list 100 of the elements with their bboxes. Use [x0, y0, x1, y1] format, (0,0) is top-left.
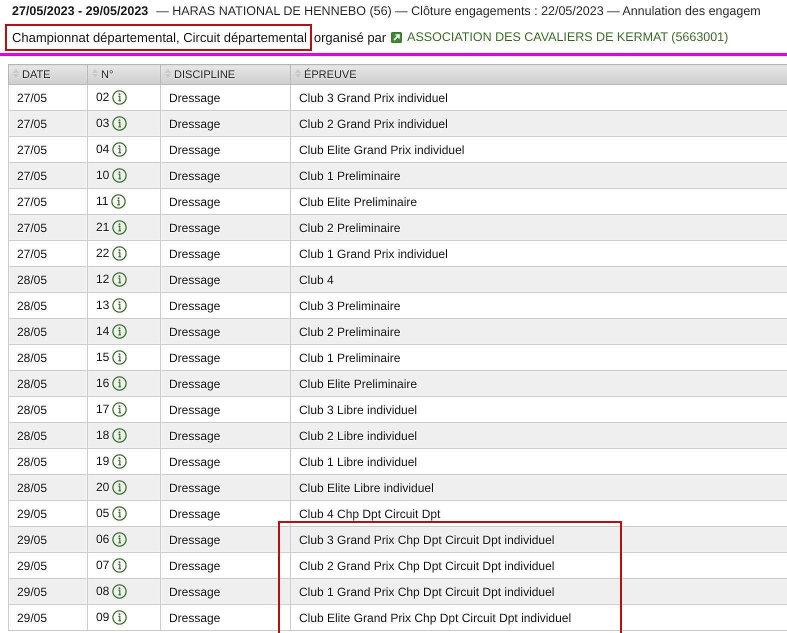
table-cell: 28/05: [8, 396, 88, 422]
info-icon[interactable]: [112, 324, 128, 340]
table-cell: Club 2 Libre individuel: [299, 428, 418, 442]
table-cell: 10: [96, 168, 110, 182]
table-cell: 22: [96, 246, 110, 260]
info-icon[interactable]: [112, 350, 128, 366]
info-icon[interactable]: [112, 272, 128, 288]
table-cell: 27/05: [8, 162, 88, 188]
table-cell: Club 4 Chp Dpt Circuit Dpt: [299, 506, 440, 520]
table-cell: Dressage: [160, 552, 290, 578]
table-cell: 04: [96, 142, 110, 156]
table-cell: Dressage: [160, 500, 290, 526]
table-cell: 28/05: [8, 344, 88, 370]
info-icon[interactable]: [112, 532, 128, 548]
event-dates: 27/05/2023 - 29/05/2023: [12, 4, 148, 18]
table-cell: 12: [96, 272, 110, 286]
table-cell: Club Elite Grand Prix individuel: [299, 142, 464, 156]
table-cell: Club 2 Grand Prix individuel: [299, 116, 448, 130]
organizer-link[interactable]: ASSOCIATION DES CAVALIERS DE KERMAT (5663001): [407, 30, 728, 44]
sort-icon: [13, 68, 19, 78]
table-cell: 09: [96, 610, 110, 624]
organizer-label: organisé par: [314, 30, 386, 44]
table-cell: Club 3 Preliminaire: [299, 298, 400, 312]
column-header[interactable]: N°: [88, 64, 160, 84]
table-cell: 27/05: [8, 84, 88, 110]
table-cell: Club 3 Grand Prix individuel: [299, 90, 448, 104]
table-cell: 29/05: [8, 500, 88, 526]
table-cell: Dressage: [160, 474, 290, 500]
table-cell: Club 1 Libre individuel: [299, 454, 418, 468]
table-cell: Dressage: [160, 292, 290, 318]
table-cell: Club 2 Grand Prix Chp Dpt Circuit Dpt individuel: [299, 558, 554, 572]
info-icon[interactable]: [112, 116, 128, 132]
table-cell: 05: [96, 506, 110, 520]
info-icon[interactable]: [112, 220, 128, 236]
table-cell: Club 4: [299, 272, 334, 286]
column-header[interactable]: ÉPREUVE: [290, 64, 787, 84]
table-cell: Club 2 Preliminaire: [299, 220, 400, 234]
info-icon[interactable]: [112, 558, 128, 574]
table-cell: Club Elite Preliminaire: [299, 194, 418, 208]
info-icon[interactable]: [112, 480, 128, 496]
table-cell: 19: [96, 454, 110, 468]
table-cell: Dressage: [160, 240, 290, 266]
table-cell: Club 1 Preliminaire: [299, 350, 400, 364]
table-cell: Dressage: [160, 136, 290, 162]
info-icon[interactable]: [112, 506, 128, 522]
table-cell: Club 1 Grand Prix Chp Dpt Circuit Dpt individuel: [299, 584, 554, 598]
info-icon[interactable]: [112, 376, 128, 392]
info-icon[interactable]: [112, 90, 128, 106]
sort-icon: [92, 68, 98, 78]
sort-icon: [295, 68, 301, 78]
table-cell: 18: [96, 428, 110, 442]
info-icon[interactable]: [111, 194, 126, 210]
table-cell: Club 1 Preliminaire: [299, 168, 400, 182]
table-cell: 27/05: [8, 188, 88, 214]
table-cell: Dressage: [160, 162, 290, 188]
table-cell: 13: [96, 298, 110, 312]
column-header[interactable]: DATE: [8, 64, 88, 84]
column-header[interactable]: DISCIPLINE: [160, 64, 290, 84]
table-cell: Club Elite Grand Prix Chp Dpt Circuit Dpt individuel: [299, 610, 572, 624]
table-cell: Dressage: [160, 578, 290, 604]
table-cell: 20: [96, 480, 110, 494]
table-cell: Dressage: [160, 604, 290, 630]
table-cell: 16: [96, 376, 110, 390]
table-cell: 27/05: [8, 110, 88, 136]
table-cell: 29/05: [8, 604, 88, 630]
table-cell: Dressage: [160, 526, 290, 552]
external-link-icon: [391, 32, 402, 42]
table-cell: 28/05: [8, 318, 88, 344]
info-icon[interactable]: [112, 168, 128, 184]
info-icon[interactable]: [112, 610, 128, 626]
table-cell: 29/05: [8, 578, 88, 604]
table-cell: 27/05: [8, 240, 88, 266]
table-cell: Dressage: [160, 110, 290, 136]
table-cell: 28/05: [8, 292, 88, 318]
info-icon[interactable]: [112, 246, 128, 262]
info-icon[interactable]: [112, 298, 128, 314]
info-icon[interactable]: [112, 142, 128, 158]
table-cell: 06: [96, 532, 110, 546]
table-cell: 14: [96, 324, 110, 338]
info-icon[interactable]: [112, 584, 128, 600]
table-cell: Dressage: [160, 396, 290, 422]
table-cell: 27/05: [8, 214, 88, 240]
info-icon[interactable]: [112, 402, 128, 418]
table-cell: Club 3 Grand Prix Chp Dpt Circuit Dpt individuel: [299, 532, 554, 546]
table-cell: 29/05: [8, 526, 88, 552]
info-icon[interactable]: [112, 428, 128, 444]
table-cell: Dressage: [160, 318, 290, 344]
table-cell: 02: [96, 90, 110, 104]
table-cell: Club Elite Libre individuel: [299, 480, 434, 494]
table-cell: Dressage: [160, 84, 290, 110]
info-icon[interactable]: [112, 454, 128, 470]
table-cell: 28/05: [8, 448, 88, 474]
table-cell: 28/05: [8, 370, 88, 396]
table-cell: Dressage: [160, 422, 290, 448]
table-cell: 28/05: [8, 266, 88, 292]
table-cell: 29/05: [8, 552, 88, 578]
table-cell: Club 2 Preliminaire: [299, 324, 400, 338]
table-cell: 11: [96, 194, 108, 208]
table-cell: Dressage: [160, 214, 290, 240]
table-cell: 07: [96, 558, 110, 572]
